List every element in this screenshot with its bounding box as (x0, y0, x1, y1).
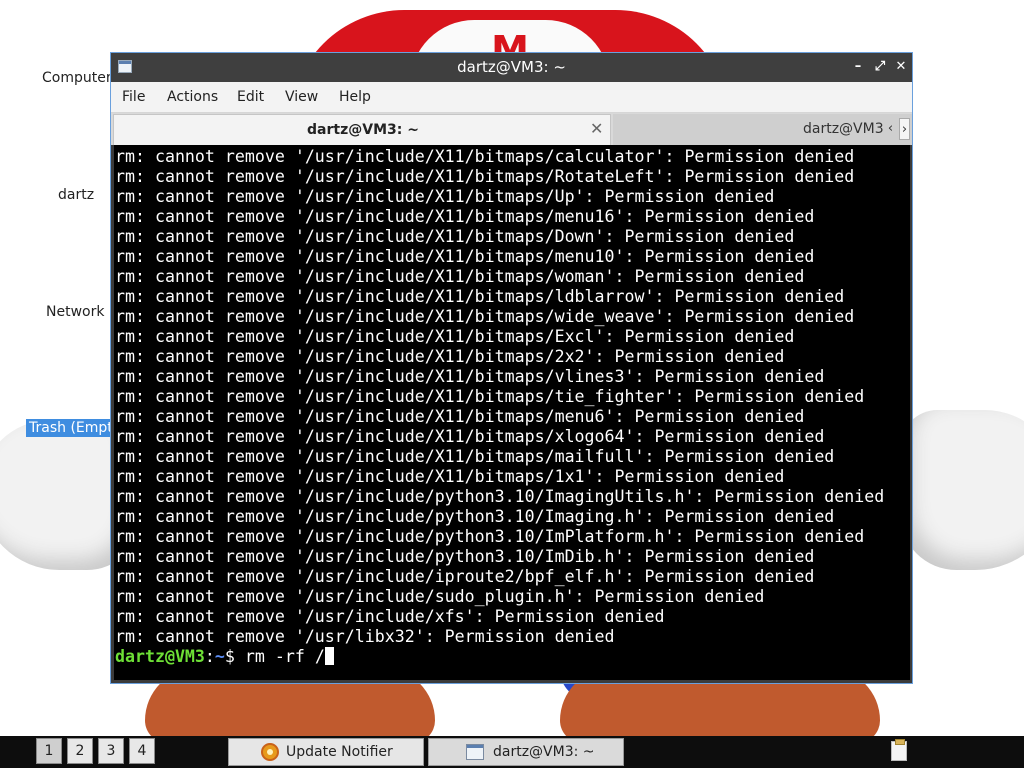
desktop-icon-network[interactable]: Network (46, 304, 104, 320)
tab-scroll-right-icon[interactable]: › (899, 118, 910, 140)
workspace-2-button[interactable]: 2 (67, 738, 93, 764)
update-notifier-icon (261, 743, 279, 761)
terminal-line: rm: cannot remove '/usr/include/X11/bitm… (115, 287, 845, 306)
taskbar: 1 2 3 4 Update Notifier dartz@VM3: ~ (0, 736, 1024, 768)
terminal-line: rm: cannot remove '/usr/include/xfs': Pe… (115, 607, 665, 626)
workspace-3-button[interactable]: 3 (98, 738, 124, 764)
prompt-symbol: $ (224, 647, 245, 666)
menu-edit[interactable]: Edit (237, 82, 264, 112)
terminal-lines: rm: cannot remove '/usr/include/X11/bitm… (115, 147, 884, 667)
terminal-line: rm: cannot remove '/usr/include/X11/bitm… (115, 367, 825, 386)
tab-terminal-2[interactable]: dartz@VM3: ~ ‹ › (613, 114, 912, 145)
tab-scroll-left-icon[interactable]: ‹ (885, 118, 896, 140)
terminal-line: rm: cannot remove '/usr/include/X11/bitm… (115, 267, 805, 286)
terminal-cursor (324, 647, 334, 665)
tab-bar: dartz@VM3: ~ ✕ dartz@VM3: ~ ‹ › (111, 113, 912, 145)
terminal-line: rm: cannot remove '/usr/include/X11/bitm… (115, 427, 825, 446)
terminal-line: rm: cannot remove '/usr/include/X11/bitm… (115, 227, 795, 246)
taskbar-item-label: dartz@VM3: ~ (493, 744, 595, 760)
tab-terminal-1[interactable]: dartz@VM3: ~ ✕ (113, 114, 611, 145)
prompt-path: ~ (214, 647, 225, 666)
menu-view[interactable]: View (285, 82, 318, 112)
window-titlebar[interactable]: dartz@VM3: ~ – ⤢ ✕ (111, 53, 912, 82)
workspace-1-button[interactable]: 1 (36, 738, 62, 764)
menu-file[interactable]: File (122, 82, 145, 112)
close-button[interactable]: ✕ (893, 59, 909, 75)
terminal-line: rm: cannot remove '/usr/include/X11/bitm… (115, 447, 835, 466)
terminal-output[interactable]: rm: cannot remove '/usr/include/X11/bitm… (114, 145, 910, 680)
taskbar-terminal[interactable]: dartz@VM3: ~ (428, 738, 624, 766)
terminal-line: rm: cannot remove '/usr/include/X11/bitm… (115, 207, 815, 226)
terminal-line: rm: cannot remove '/usr/include/iproute2… (115, 567, 815, 586)
terminal-line: rm: cannot remove '/usr/include/python3.… (115, 507, 835, 526)
terminal-window: dartz@VM3: ~ – ⤢ ✕ File Actions Edit Vie… (110, 52, 913, 684)
tab-label: dartz@VM3: ~ (803, 121, 883, 137)
terminal-line: rm: cannot remove '/usr/include/sudo_plu… (115, 587, 765, 606)
terminal-line: rm: cannot remove '/usr/include/X11/bitm… (115, 187, 775, 206)
shell-prompt-line[interactable]: dartz@VM3:~$ rm -rf / (115, 647, 884, 667)
terminal-line: rm: cannot remove '/usr/include/X11/bitm… (115, 327, 795, 346)
tab-close-icon[interactable]: ✕ (590, 115, 603, 145)
desktop-icon-home-folder[interactable]: dartz (58, 187, 94, 203)
window-title: dartz@VM3: ~ (457, 58, 566, 76)
terminal-line: rm: cannot remove '/usr/include/X11/bitm… (115, 387, 865, 406)
desktop-icon-computer[interactable]: Computer (42, 70, 112, 86)
terminal-line: rm: cannot remove '/usr/include/X11/bitm… (115, 167, 855, 186)
taskbar-item-label: Update Notifier (286, 744, 393, 760)
terminal-line: rm: cannot remove '/usr/libx32': Permiss… (115, 627, 615, 646)
terminal-line: rm: cannot remove '/usr/include/X11/bitm… (115, 147, 855, 166)
menu-help[interactable]: Help (339, 82, 371, 112)
terminal-line: rm: cannot remove '/usr/include/X11/bitm… (115, 467, 785, 486)
terminal-line: rm: cannot remove '/usr/include/python3.… (115, 547, 815, 566)
menu-actions[interactable]: Actions (167, 82, 218, 112)
clipboard-icon[interactable] (891, 739, 907, 761)
prompt-command: rm -rf / (244, 647, 325, 666)
prompt-separator: : (204, 647, 215, 666)
terminal-line: rm: cannot remove '/usr/include/python3.… (115, 527, 865, 546)
workspace-4-button[interactable]: 4 (129, 738, 155, 764)
taskbar-update-notifier[interactable]: Update Notifier (228, 738, 424, 766)
maximize-button[interactable]: ⤢ (872, 59, 888, 75)
menubar: File Actions Edit View Help (111, 82, 912, 113)
terminal-line: rm: cannot remove '/usr/include/python3.… (115, 487, 885, 506)
terminal-icon (466, 744, 484, 760)
tab-label: dartz@VM3: ~ (307, 122, 419, 138)
prompt-user-host: dartz@VM3 (115, 647, 205, 666)
wallpaper-right-glove (900, 410, 1024, 570)
terminal-line: rm: cannot remove '/usr/include/X11/bitm… (115, 347, 785, 366)
terminal-line: rm: cannot remove '/usr/include/X11/bitm… (115, 307, 855, 326)
terminal-line: rm: cannot remove '/usr/include/X11/bitm… (115, 407, 805, 426)
minimize-button[interactable]: – (850, 59, 866, 75)
terminal-line: rm: cannot remove '/usr/include/X11/bitm… (115, 247, 815, 266)
